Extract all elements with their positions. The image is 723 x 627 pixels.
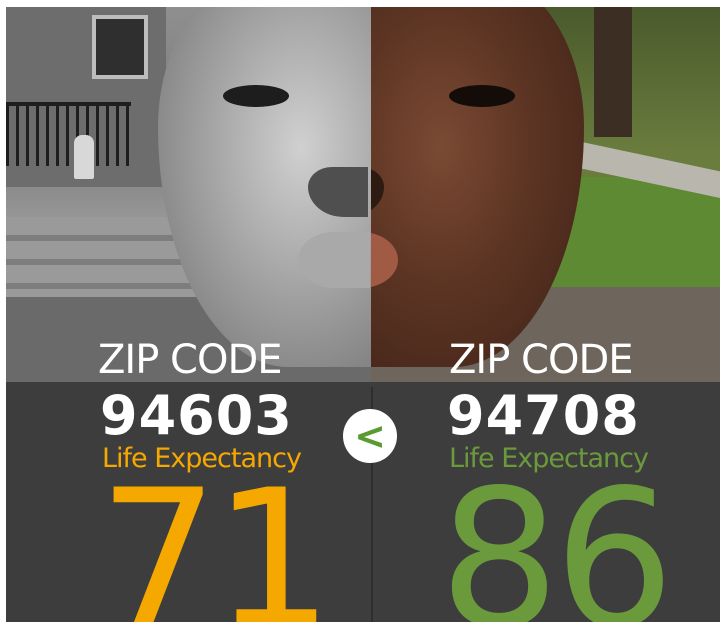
right-zip-code: 94708 [447, 384, 640, 447]
photo-left-grayscale [6, 7, 371, 382]
iron-fence [6, 102, 131, 166]
left-zip-code: 94603 [100, 384, 293, 447]
right-zip-label: ZIP CODE [449, 337, 634, 383]
left-eye [223, 85, 289, 107]
split-face-photo [6, 7, 720, 382]
right-eye [449, 85, 515, 107]
photo-right-color [371, 7, 720, 382]
infographic: ZIP CODE 94603 Life Expectancy 71 < ZIP … [6, 7, 720, 622]
house-window [92, 15, 148, 79]
right-life-expectancy-value: 86 [439, 449, 675, 623]
front-steps [6, 217, 196, 297]
lips-right [371, 232, 398, 288]
fire-hydrant [74, 135, 94, 179]
left-life-expectancy-value: 71 [98, 449, 334, 623]
nose-right [371, 167, 384, 217]
left-zip-label: ZIP CODE [98, 337, 283, 383]
lips-left [298, 232, 370, 288]
nose-left [308, 167, 368, 217]
tree-trunk [594, 7, 632, 137]
less-than-icon: < [343, 409, 397, 463]
